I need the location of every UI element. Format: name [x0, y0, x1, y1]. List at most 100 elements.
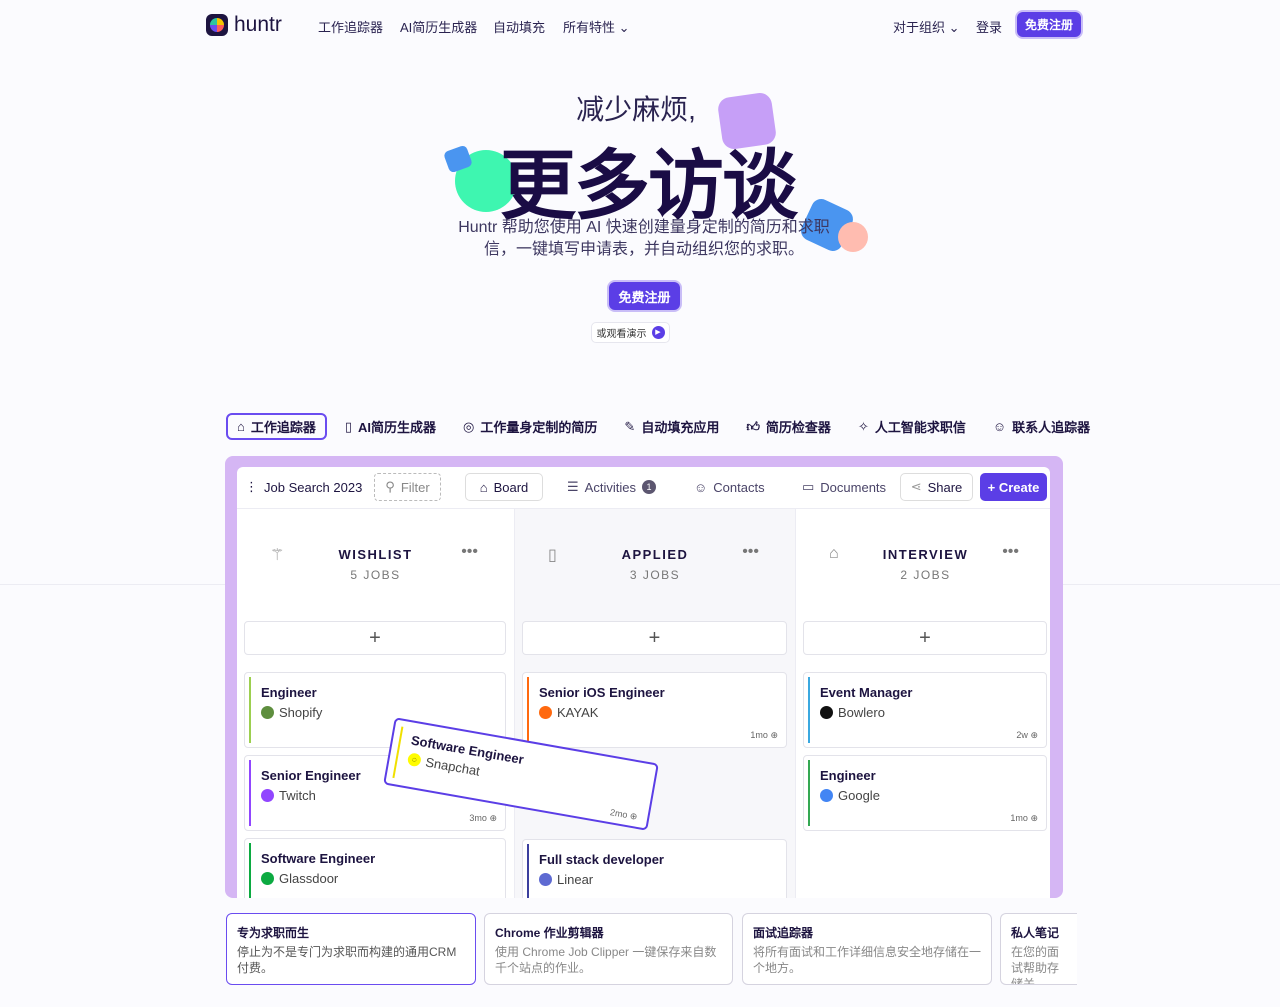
- feature-description: 将所有面试和工作详细信息安全地存储在一个地方。: [753, 945, 982, 975]
- add-job-button[interactable]: +: [803, 621, 1047, 655]
- login-link[interactable]: 登录: [976, 17, 1002, 36]
- job-card[interactable]: Engineer Google 1mo ⊕: [803, 755, 1047, 831]
- board-selector[interactable]: ⋮ Job Search 2023: [245, 473, 362, 501]
- tab-label: 工作量身定制的简历: [480, 420, 598, 435]
- add-job-button[interactable]: +: [244, 621, 506, 655]
- feature-card[interactable]: Chrome 作业剪辑器 使用 Chrome Job Clipper 一键保存来自…: [484, 913, 733, 985]
- job-card[interactable]: Full stack developer Linear: [522, 839, 787, 898]
- chevron-down-icon: ⌄: [618, 20, 630, 35]
- nav-org[interactable]: 对于组织 ⌄: [893, 17, 960, 36]
- column-title: WISHLIST: [338, 547, 413, 562]
- card-time: 2w: [1016, 730, 1028, 740]
- company-logo-icon: [261, 789, 274, 802]
- documents-button[interactable]: ▭ Documents: [802, 473, 886, 501]
- activities-count-badge: 1: [641, 480, 656, 494]
- card-time: 1mo: [750, 730, 768, 740]
- card-time: 3mo: [469, 813, 487, 823]
- job-title: Event Manager: [820, 685, 913, 700]
- nav-ai-resume[interactable]: AI简历生成器: [400, 17, 477, 36]
- company-logo-icon: [820, 789, 833, 802]
- watch-demo-button[interactable]: 或观看演示 ▶: [591, 322, 670, 343]
- job-title: Full stack developer: [539, 852, 664, 867]
- feature-tabs: ⌂ 工作追踪器 ▯ AI简历生成器 ◎ 工作量身定制的简历 ✎ 自动填充应用 👍︎ 简历检…: [226, 413, 1108, 440]
- brand-name: huntr: [234, 13, 282, 36]
- tab-job-tracker[interactable]: ⌂ 工作追踪器: [226, 413, 327, 440]
- board-name: Job Search 2023: [264, 479, 363, 495]
- pencil-icon: ✎: [624, 418, 636, 434]
- desc-line: Huntr 帮助您使用 AI 快速创建量身定制的简历和求职: [458, 219, 830, 236]
- card-action-icon: ⊕: [1030, 730, 1038, 740]
- board-column: ⚚ ••• WISHLIST 5 JOBS + Engineer Shopify …: [237, 509, 515, 898]
- column-count: 3 JOBS: [629, 568, 681, 582]
- tab-cover-letter[interactable]: ✧ 人工智能求职信: [849, 413, 975, 440]
- company-name: Google: [838, 788, 880, 803]
- fingerprint-icon: ◎: [463, 418, 475, 434]
- card-action-icon: ⊕: [1030, 813, 1038, 823]
- column-title: APPLIED: [621, 547, 689, 562]
- hero-description: Huntr 帮助您使用 AI 快速创建量身定制的简历和求职 信，一键填写申请表，…: [0, 217, 1280, 261]
- feature-card[interactable]: 私人笔记在您的面试帮助存储关: [1000, 913, 1077, 985]
- hero-subtitle: 减少麻烦,: [576, 94, 696, 125]
- card-color-bar: [527, 677, 529, 743]
- tab-contact-tracker[interactable]: ☺ 联系人追踪器: [984, 413, 1099, 440]
- hero-signup-button[interactable]: 免费注册: [609, 282, 680, 310]
- card-color-bar: [808, 760, 810, 826]
- snapchat-logo-icon: ◌: [406, 752, 422, 768]
- job-card[interactable]: Senior iOS Engineer KAYAK 1mo ⊕: [522, 672, 787, 748]
- card-action-icon: ⊕: [489, 813, 497, 823]
- nav-autofill[interactable]: 自动填充: [493, 17, 545, 36]
- company-name: Bowlero: [838, 705, 885, 720]
- feature-card[interactable]: 专为求职而生 停止为不是专门为求职而构建的通用CRM付费。: [226, 913, 476, 985]
- job-card[interactable]: Software Engineer Glassdoor: [244, 838, 506, 898]
- logo[interactable]: huntr: [206, 13, 282, 37]
- nav-job-tracker[interactable]: 工作追踪器: [318, 17, 383, 36]
- card-color-bar: [249, 843, 251, 898]
- board-column: ▯ ••• APPLIED 3 JOBS + Senior iOS Enginee…: [515, 509, 796, 898]
- nav-all-features[interactable]: 所有特性 ⌄: [563, 17, 630, 36]
- signup-button[interactable]: 免费注册: [1017, 12, 1081, 37]
- card-time: 1mo: [1010, 813, 1028, 823]
- tab-ai-resume[interactable]: ▯ AI简历生成器: [336, 413, 445, 440]
- job-card[interactable]: Event Manager Bowlero 2w ⊕: [803, 672, 1047, 748]
- sparkle-icon: ✧: [857, 418, 869, 434]
- nav-label: 对于组织: [893, 20, 946, 35]
- company-logo-icon: [261, 872, 274, 885]
- more-vertical-icon: ⋮: [245, 479, 258, 494]
- company-name: KAYAK: [557, 705, 599, 720]
- chevron-down-icon: ⌄: [948, 20, 960, 35]
- feature-title: Chrome 作业剪辑器: [495, 926, 604, 940]
- filter-input[interactable]: ⚲ Filter: [374, 473, 441, 501]
- tab-tailored-resume[interactable]: ◎ 工作量身定制的简历: [454, 413, 606, 440]
- feature-card[interactable]: 面试追踪器 将所有面试和工作详细信息安全地存储在一个地方。: [742, 913, 992, 985]
- user-plus-icon: ☺: [992, 419, 1007, 434]
- share-button[interactable]: ⋖ Share: [900, 473, 973, 501]
- card-action-icon: ⊕: [770, 730, 778, 740]
- board-view-button[interactable]: ⌂ Board: [465, 473, 543, 501]
- tab-label: AI简历生成器: [358, 420, 437, 435]
- contacts-button[interactable]: ☺ Contacts: [694, 473, 765, 501]
- board-demo: ⋮ Job Search 2023 ⚲ Filter ⌂ Board ☰ Activit…: [225, 456, 1063, 898]
- tab-label: 简历检查器: [765, 420, 831, 435]
- board-column: ⌂ ••• INTERVIEW 2 JOBS + Event Manager Bo…: [796, 509, 1050, 898]
- thumbs-up-icon: 👍︎: [746, 418, 760, 434]
- tab-autofill[interactable]: ✎ 自动填充应用: [615, 413, 728, 440]
- activities-button[interactable]: ☰ Activities 1: [567, 473, 656, 501]
- create-button[interactable]: + Create: [980, 473, 1047, 501]
- list-icon: ☰: [567, 479, 579, 494]
- feature-title: 私人笔记: [1011, 926, 1060, 940]
- activities-label: Activities: [584, 479, 636, 495]
- feature-description: 在您的面试帮助存储关: [1011, 945, 1060, 985]
- tab-label: 人工智能求职信: [874, 420, 966, 435]
- column-title: INTERVIEW: [882, 547, 969, 562]
- tab-label: 工作追踪器: [250, 420, 316, 435]
- board-toolbar: ⋮ Job Search 2023 ⚲ Filter ⌂ Board ☰ Activit…: [237, 467, 1050, 509]
- board-label: Board: [493, 479, 529, 495]
- add-job-button[interactable]: +: [522, 621, 787, 655]
- logo-icon: [206, 14, 228, 36]
- job-title: Engineer: [820, 768, 876, 783]
- demo-label: 或观看演示: [596, 329, 647, 340]
- card-color-bar: [392, 726, 404, 779]
- tab-resume-checker[interactable]: 👍︎ 简历检查器: [737, 413, 840, 440]
- tab-label: 自动填充应用: [641, 420, 720, 435]
- job-title: Software Engineer: [261, 851, 376, 866]
